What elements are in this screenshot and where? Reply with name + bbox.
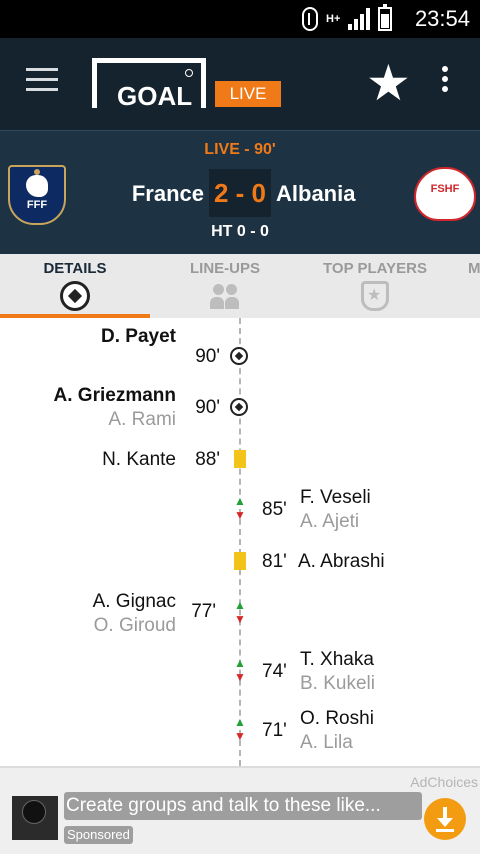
substitution-icon: ▲ ▼ bbox=[234, 494, 246, 522]
score: 2 - 0 bbox=[209, 169, 271, 217]
player-out-name[interactable]: A. Lila bbox=[300, 732, 374, 754]
event-players: D. Payet bbox=[101, 326, 176, 348]
overflow-menu-icon[interactable] bbox=[442, 66, 450, 94]
yellow-card-icon bbox=[234, 450, 246, 468]
event-players: A. Griezmann A. Rami bbox=[54, 385, 176, 431]
player-name[interactable]: D. Payet bbox=[101, 326, 176, 348]
registered-mark-icon bbox=[185, 69, 193, 77]
match-header: LIVE - 90' FFF France 2 - 0 Albania FSHF… bbox=[0, 130, 480, 254]
adchoices-label[interactable]: AdChoices bbox=[410, 774, 478, 790]
event-minute: 90' bbox=[195, 346, 220, 367]
event-players: A. Gignac O. Giroud bbox=[93, 591, 176, 637]
tab-bar: DETAILS LINE-UPS TOP PLAYERS M bbox=[0, 254, 480, 318]
tab-label: LINE-UPS bbox=[189, 260, 260, 277]
tab-more[interactable]: M bbox=[468, 254, 480, 318]
tab-label: TOP PLAYERS bbox=[323, 260, 427, 277]
tab-label: M bbox=[468, 260, 480, 277]
player-name[interactable]: N. Kante bbox=[102, 449, 176, 471]
away-team-name[interactable]: Albania bbox=[276, 181, 355, 207]
player-out-name[interactable]: O. Giroud bbox=[93, 615, 176, 637]
event-players: F. Veseli A. Ajeti bbox=[300, 487, 371, 533]
sponsored-label: Sponsored bbox=[64, 826, 133, 844]
soccer-ball-icon bbox=[60, 281, 90, 311]
away-crest-text: FSHF bbox=[430, 183, 460, 195]
ad-headline[interactable]: Create groups and talk to these like... bbox=[64, 792, 422, 820]
logo-text: GOAL bbox=[117, 81, 193, 111]
player-in-name[interactable]: A. Gignac bbox=[93, 591, 176, 613]
event-players: O. Roshi A. Lila bbox=[300, 708, 374, 754]
download-icon[interactable] bbox=[424, 798, 466, 840]
substitution-icon: ▲ ▼ bbox=[234, 598, 246, 626]
goal-ball-icon bbox=[230, 398, 248, 416]
substitution-icon: ▲ ▼ bbox=[234, 656, 246, 684]
away-team-crest[interactable]: FSHF bbox=[414, 167, 476, 221]
ad-thumbnail[interactable] bbox=[12, 796, 58, 840]
hamburger-menu-icon[interactable] bbox=[26, 68, 58, 92]
home-team-crest[interactable]: FFF bbox=[8, 165, 66, 225]
bluetooth-icon bbox=[302, 7, 318, 31]
tab-top-players[interactable]: TOP PLAYERS bbox=[300, 254, 450, 318]
event-players: N. Kante bbox=[102, 449, 176, 471]
app-header: GOAL LIVE ★ bbox=[0, 38, 480, 130]
event-minute: 85' bbox=[262, 499, 287, 520]
player-out-name[interactable]: B. Kukeli bbox=[300, 673, 375, 695]
match-timeline[interactable]: D. Payet 90' A. Griezmann A. Rami 90' N.… bbox=[0, 318, 480, 766]
tab-details[interactable]: DETAILS bbox=[0, 254, 150, 318]
player-in-name[interactable]: F. Veseli bbox=[300, 487, 371, 509]
player-in-name[interactable]: T. Xhaka bbox=[300, 649, 375, 671]
star-badge-icon bbox=[361, 281, 389, 311]
signal-icon bbox=[348, 8, 370, 30]
player-in-name[interactable]: O. Roshi bbox=[300, 708, 374, 730]
event-minute: 77' bbox=[191, 601, 216, 622]
tab-line-ups[interactable]: LINE-UPS bbox=[150, 254, 300, 318]
substitution-icon: ▲ ▼ bbox=[234, 715, 246, 743]
status-bar: H+ 23:54 bbox=[0, 0, 480, 38]
event-minute: 90' bbox=[195, 397, 220, 418]
goal-logo: GOAL bbox=[92, 58, 206, 111]
home-crest-text: FFF bbox=[26, 199, 48, 211]
event-minute: 88' bbox=[195, 449, 220, 470]
home-team-name[interactable]: France bbox=[132, 181, 204, 207]
yellow-card-icon bbox=[234, 552, 246, 570]
assist-player-name[interactable]: A. Rami bbox=[54, 409, 176, 431]
event-players: A. Abrashi bbox=[298, 551, 385, 573]
rooster-icon bbox=[26, 169, 48, 197]
event-minute: 74' bbox=[262, 661, 287, 682]
player-name[interactable]: A. Abrashi bbox=[298, 551, 385, 573]
player-out-name[interactable]: A. Ajeti bbox=[300, 511, 371, 533]
clock: 23:54 bbox=[414, 6, 470, 31]
status-icons: H+ bbox=[302, 4, 392, 32]
goal-ball-icon bbox=[230, 347, 248, 365]
event-players: T. Xhaka B. Kukeli bbox=[300, 649, 375, 695]
people-icon bbox=[210, 281, 240, 311]
event-minute: 81' bbox=[262, 551, 287, 572]
network-type: H+ bbox=[326, 12, 341, 25]
favorite-star-icon[interactable]: ★ bbox=[366, 58, 411, 108]
live-badge: LIVE bbox=[215, 81, 281, 107]
event-minute: 71' bbox=[262, 720, 287, 741]
player-name[interactable]: A. Griezmann bbox=[54, 385, 176, 407]
tab-label: DETAILS bbox=[43, 260, 107, 277]
ad-banner[interactable]: AdChoices Create groups and talk to thes… bbox=[0, 766, 480, 854]
battery-icon bbox=[378, 4, 392, 31]
timeline-line bbox=[239, 318, 241, 766]
match-status: LIVE - 90' bbox=[204, 141, 276, 158]
halftime-score: HT 0 - 0 bbox=[211, 223, 269, 240]
